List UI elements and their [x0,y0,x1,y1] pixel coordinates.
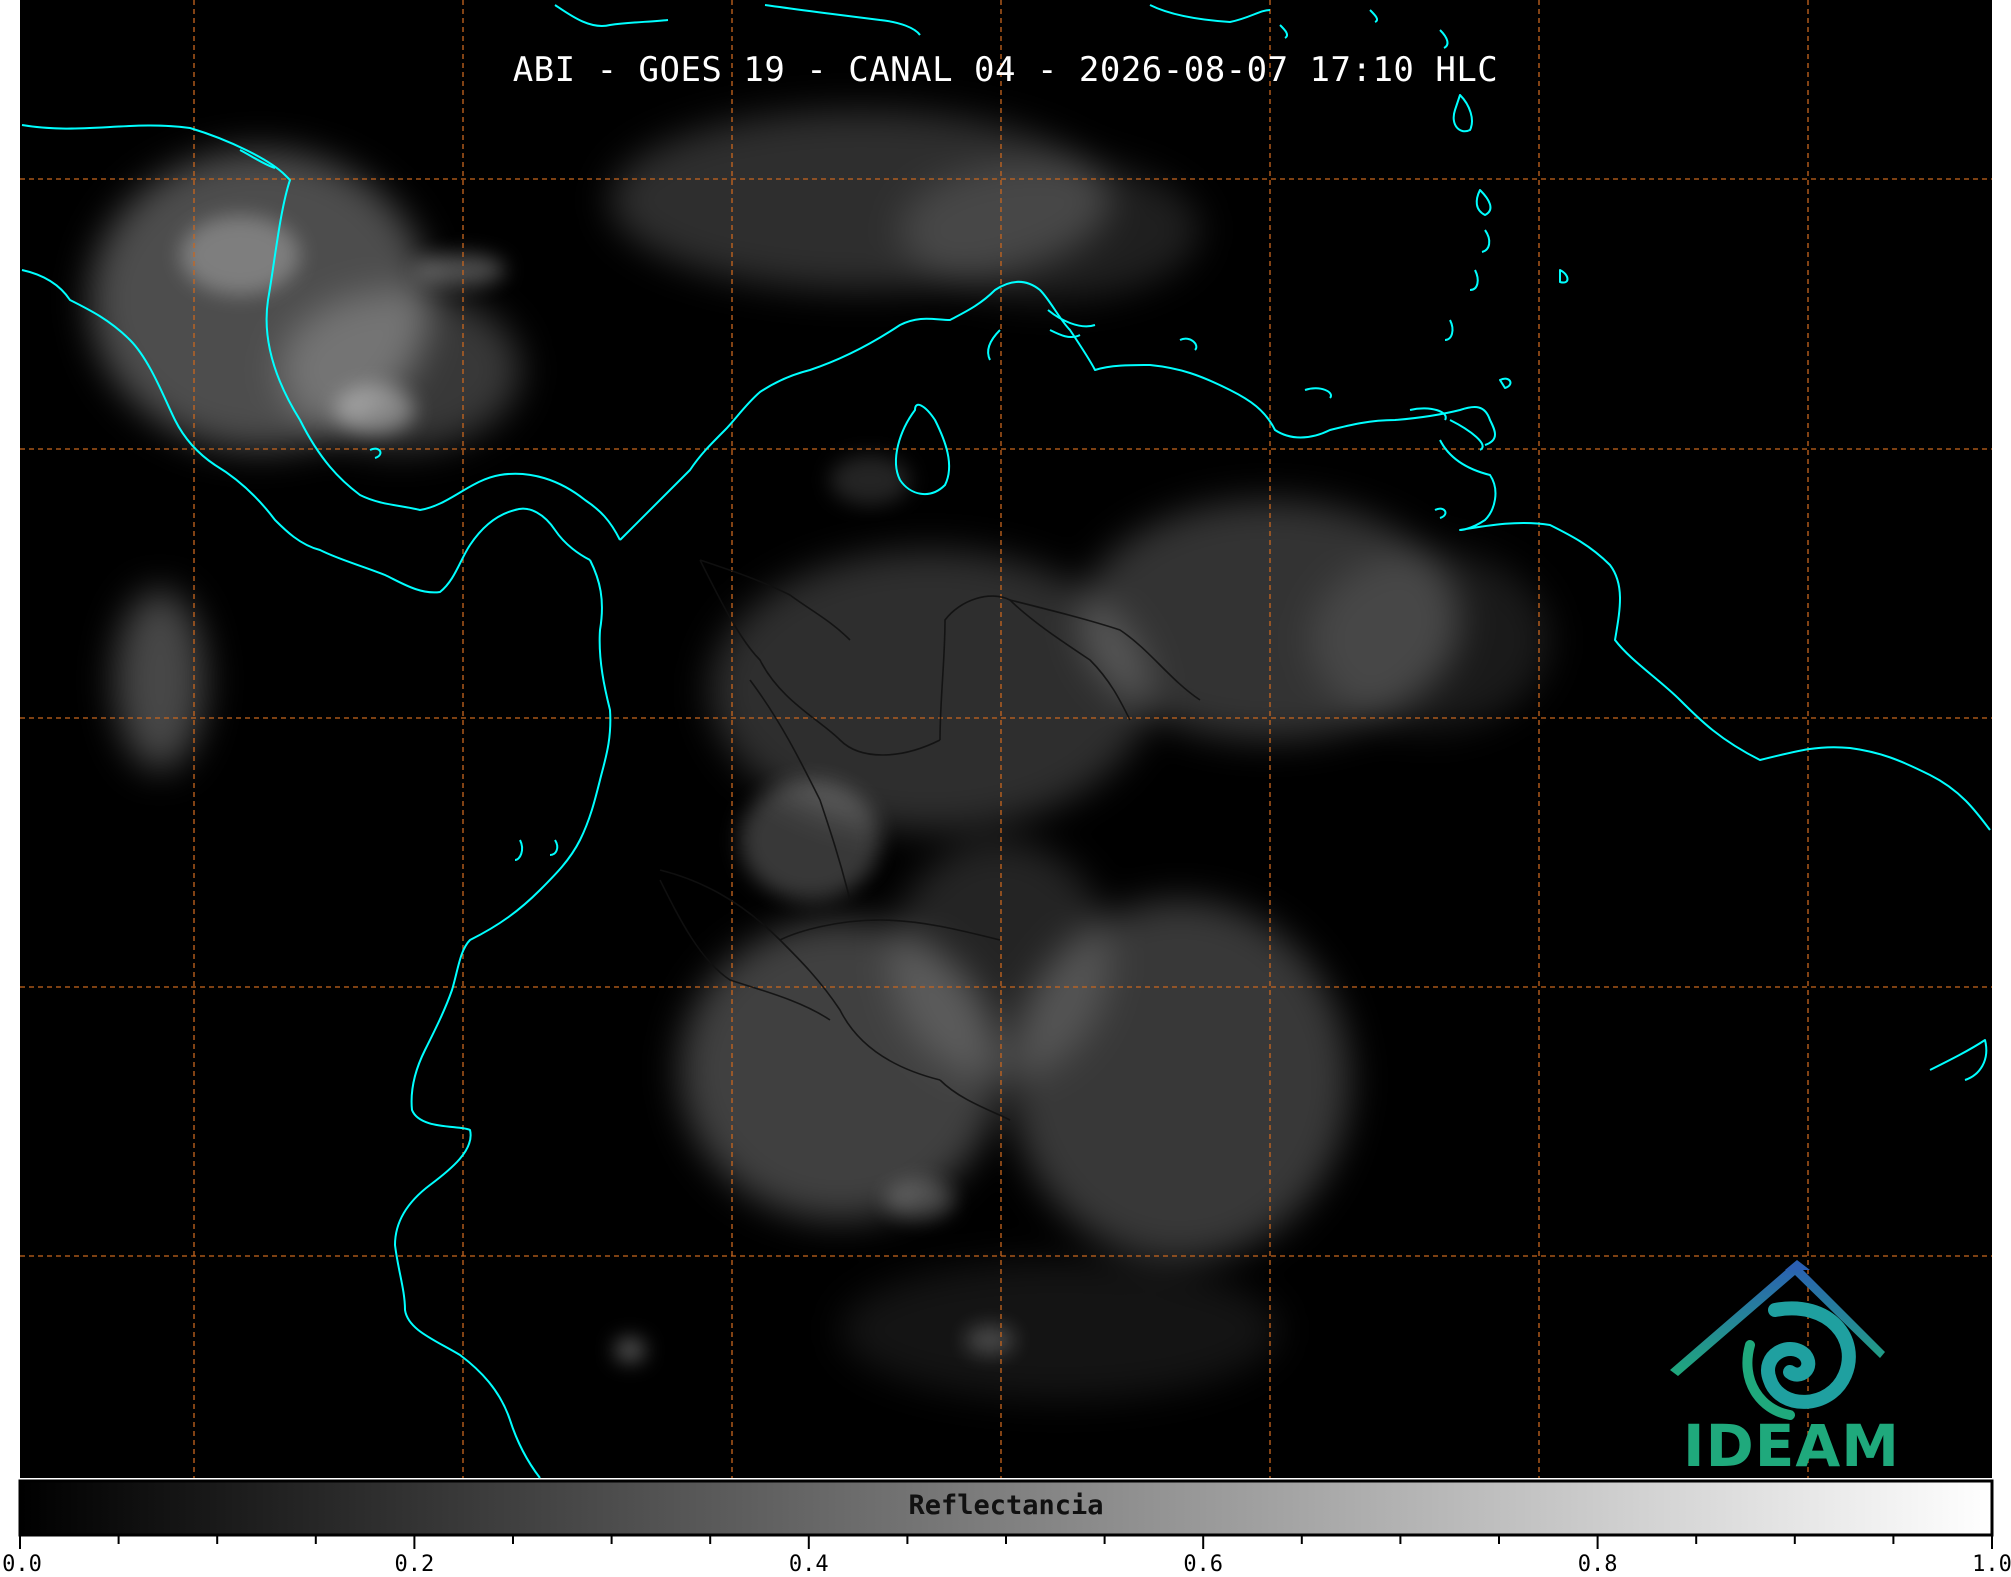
satellite-map [18,0,1994,1549]
colorbar-tick-label: 0.6 [1183,1552,1224,1577]
map-title: ABI - GOES 19 - CANAL 04 - 2026-08-07 17… [512,50,1499,90]
colorbar-tick-label: 1.0 [1972,1552,2011,1577]
colorbar-tick-label: 0.2 [394,1552,435,1577]
ideam-logo-text: IDEAM [1683,1412,1900,1480]
colorbar-ticks [19,1535,1993,1549]
colorbar-tick-label: 0.8 [1577,1552,1618,1577]
colorbar-tick-label: 0.4 [788,1552,829,1577]
colorbar-tick-label: 0.0 [2,1552,42,1577]
colorbar-label: Reflectancia [908,1490,1104,1521]
